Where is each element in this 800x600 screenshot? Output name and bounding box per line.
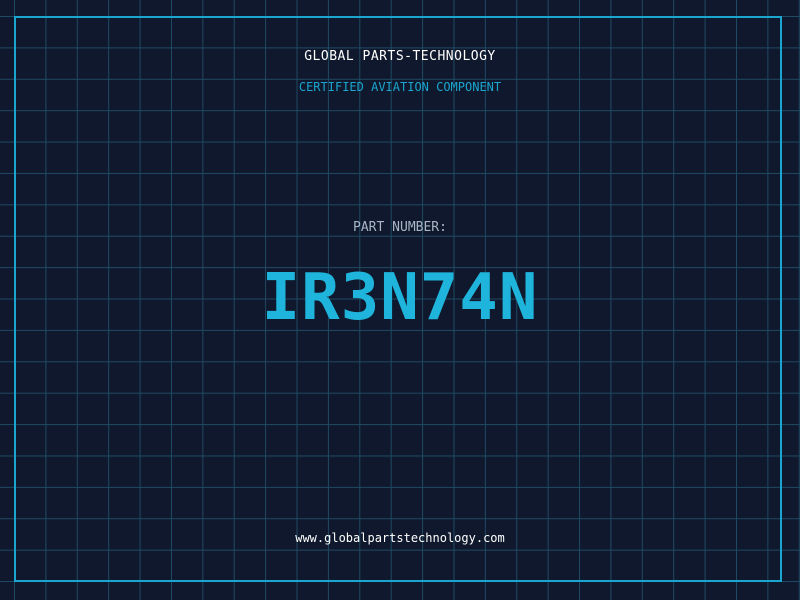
website-url: www.globalpartstechnology.com <box>295 531 505 545</box>
part-number-value: IR3N74N <box>261 261 539 335</box>
blueprint-canvas: GLOBAL PARTS-TECHNOLOGY CERTIFIED AVIATI… <box>0 0 800 600</box>
certification-subtitle: CERTIFIED AVIATION COMPONENT <box>298 80 502 94</box>
brand-name: GLOBAL PARTS-TECHNOLOGY <box>304 49 496 64</box>
part-number-label: PART NUMBER: <box>353 220 447 235</box>
